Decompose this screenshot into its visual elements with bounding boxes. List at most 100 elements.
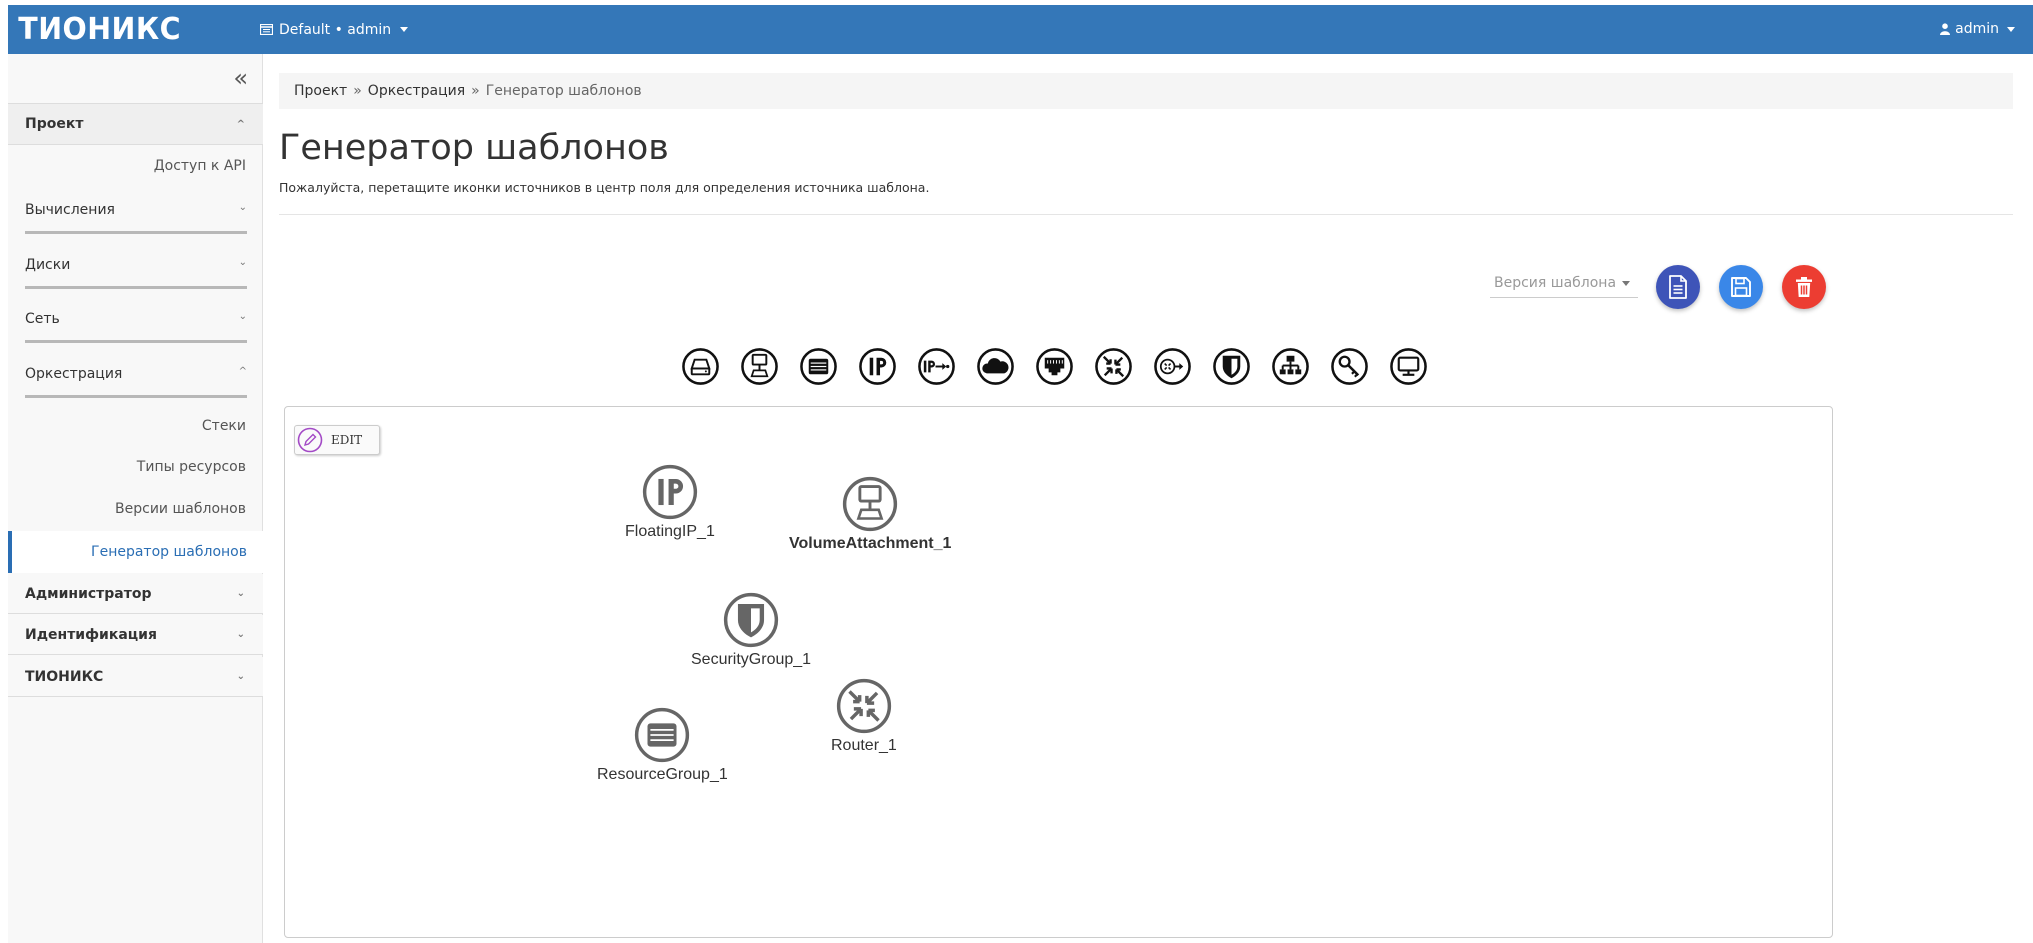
router-icon [836, 678, 892, 734]
chevron-down-icon: ⌄ [236, 629, 245, 640]
resource-group-icon [635, 707, 690, 763]
trash-icon [1796, 277, 1812, 297]
breadcrumb-item-project[interactable]: Проект [294, 83, 347, 99]
sidebar-section-label: ТИОНИКС [25, 668, 104, 685]
sidebar-item-template-generator[interactable]: Генератор шаблонов [8, 531, 263, 573]
divider [25, 395, 247, 398]
sidebar-group-orchestration[interactable]: Оркестрация ^ [25, 354, 247, 398]
volume-icon[interactable] [681, 347, 720, 386]
edit-button-label: EDIT [331, 433, 363, 447]
template-canvas[interactable]: EDIT FloatingIP_1 VolumeAttachment_1 Sec… [284, 406, 1833, 938]
sidebar-group-network[interactable]: Сеть ⌄ [25, 299, 247, 343]
sidebar-section-label: Проект [25, 116, 84, 132]
navbar-bar: ТИОНИКС Default • admin admin [8, 5, 2033, 54]
sidebar-item-api-access[interactable]: Доступ к API [154, 158, 246, 174]
chevron-down-icon: ⌄ [238, 257, 247, 268]
floating-ip-association-icon[interactable] [917, 347, 956, 386]
resource-group-icon[interactable] [799, 347, 838, 386]
window-list-icon [260, 24, 273, 35]
volume-attachment-icon[interactable] [740, 347, 779, 386]
security-group-icon[interactable] [1212, 347, 1251, 386]
server-icon[interactable] [1389, 347, 1428, 386]
template-version-placeholder: Версия шаблона [1494, 274, 1617, 291]
user-icon [1940, 23, 1951, 35]
key-icon[interactable] [1330, 347, 1369, 386]
chevron-up-icon: ^ [236, 118, 245, 130]
chevron-down-icon: ⌄ [238, 202, 247, 213]
brand-text: ТИОНИКС [18, 12, 182, 47]
main-content: Проект » Оркестрация » Генератор шаблоно… [279, 54, 2019, 943]
sidebar-group-label: Вычисления [25, 202, 115, 218]
sidebar-group-label: Оркестрация [25, 366, 123, 382]
sidebar-section-label: Идентификация [25, 626, 157, 643]
breadcrumb-separator: » [353, 83, 362, 99]
sidebar-group-volumes[interactable]: Диски ⌄ [25, 245, 247, 289]
breadcrumb-item-current: Генератор шаблонов [485, 83, 642, 99]
chevron-down-icon: ⌄ [236, 588, 245, 599]
volume-attachment-icon [843, 476, 898, 532]
router-icon[interactable] [1094, 347, 1133, 386]
canvas-node-label: ResourceGroup_1 [597, 766, 728, 783]
sidebar-group-compute[interactable]: Вычисления ⌄ [25, 190, 247, 234]
resource-palette [681, 347, 1428, 386]
document-icon [1669, 275, 1687, 299]
canvas-node-label: Router_1 [831, 737, 897, 754]
canvas-node-label: VolumeAttachment_1 [789, 535, 952, 552]
canvas-node-security-group[interactable]: SecurityGroup_1 [691, 591, 811, 669]
sidebar-section-label: Администратор [25, 585, 152, 602]
security-group-icon [723, 592, 779, 648]
divider [279, 214, 2013, 215]
canvas-node-label: SecurityGroup_1 [691, 651, 812, 668]
breadcrumb-item-orchestration[interactable]: Оркестрация [368, 83, 465, 99]
chevron-down-icon [2007, 26, 2015, 32]
divider [25, 231, 247, 234]
save-template-button[interactable] [1719, 265, 1763, 309]
network-icon[interactable] [1271, 347, 1310, 386]
divider [25, 340, 247, 343]
port-icon[interactable] [1035, 347, 1074, 386]
router-interface-icon[interactable] [1153, 347, 1192, 386]
chevron-down-icon: ⌄ [238, 311, 247, 322]
chevron-down-icon [400, 27, 409, 32]
chevron-down-icon [1622, 281, 1630, 286]
sidebar-group-label: Сеть [25, 311, 60, 327]
project-dropdown[interactable]: Default • admin [260, 21, 409, 38]
project-dropdown-label: Default • admin [279, 21, 392, 38]
user-dropdown[interactable]: admin [1940, 21, 2015, 37]
canvas-node-floating-ip[interactable]: FloatingIP_1 [625, 463, 715, 541]
sidebar-item-resource-types[interactable]: Типы ресурсов [137, 459, 246, 475]
pencil-icon [297, 427, 323, 453]
sidebar-group-label: Диски [25, 257, 71, 273]
canvas-node-volume-attachment[interactable]: VolumeAttachment_1 [789, 475, 951, 553]
cloud-icon[interactable] [976, 347, 1015, 386]
user-dropdown-label: admin [1955, 21, 1999, 37]
floating-ip-icon [642, 464, 698, 520]
chevron-down-icon: ⌄ [236, 671, 245, 682]
sidebar-item-label: Генератор шаблонов [91, 544, 247, 560]
canvas-node-resource-group[interactable]: ResourceGroup_1 [597, 706, 728, 784]
delete-template-button[interactable] [1782, 265, 1826, 309]
sidebar-item-template-versions[interactable]: Версии шаблонов [115, 501, 246, 517]
breadcrumb: Проект » Оркестрация » Генератор шаблоно… [279, 73, 2013, 109]
sidebar-section-project[interactable]: Проект ^ [8, 103, 263, 145]
breadcrumb-separator: » [471, 83, 480, 99]
canvas-node-router[interactable]: Router_1 [831, 677, 897, 755]
floppy-disk-icon [1731, 277, 1751, 297]
page-subtitle: Пожалуйста, перетащите иконки источников… [279, 180, 930, 195]
floating-ip-icon[interactable] [858, 347, 897, 386]
edit-button[interactable]: EDIT [294, 425, 380, 455]
template-version-select[interactable]: Версия шаблона [1490, 268, 1638, 298]
chevron-up-icon: ^ [238, 366, 247, 377]
sidebar-section-identity[interactable]: Идентификация ⌄ [8, 615, 263, 655]
sidebar-section-tionix[interactable]: ТИОНИКС ⌄ [8, 657, 263, 697]
show-template-button[interactable] [1656, 265, 1700, 309]
canvas-node-label: FloatingIP_1 [625, 523, 715, 540]
top-navbar: ТИОНИКС Default • admin admin [0, 0, 2033, 54]
collapse-sidebar-icon[interactable]: « [233, 64, 248, 92]
divider [25, 286, 247, 289]
sidebar-item-stacks[interactable]: Стеки [202, 418, 246, 434]
brand-logo[interactable]: ТИОНИКС [8, 12, 260, 47]
page-title: Генератор шаблонов [279, 128, 669, 168]
sidebar: « Проект ^ Доступ к API Вычисления ⌄ Дис… [8, 54, 263, 943]
sidebar-section-admin[interactable]: Администратор ⌄ [8, 574, 263, 614]
